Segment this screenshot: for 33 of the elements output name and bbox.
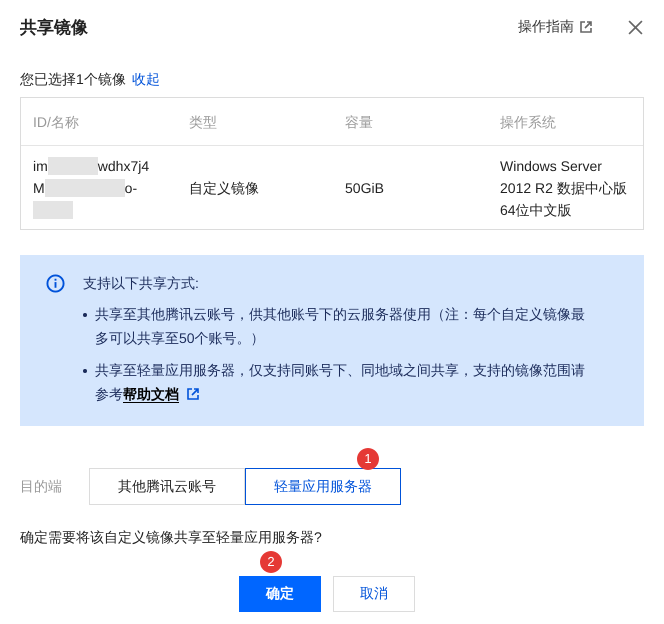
column-header: ID/名称 <box>32 112 80 132</box>
dialog-title: 共享镜像 <box>20 16 89 38</box>
column-header: 操作系统 <box>499 112 557 132</box>
close-icon[interactable] <box>628 20 643 34</box>
id-fragment: M <box>33 178 45 198</box>
field-label: 目的端 <box>20 478 63 496</box>
table-cell-text: 自定义镜像 <box>188 178 260 198</box>
collapse-link[interactable]: 收起 <box>132 69 160 89</box>
external-link-icon <box>580 21 592 33</box>
info-icon <box>46 274 65 293</box>
help-doc-link[interactable]: 帮助文档 <box>123 386 179 403</box>
notice-item: 共享至轻量应用服务器，仅支持同账号下、同地域之间共享，支持的镜像范围请参考帮助文档 <box>95 361 586 405</box>
external-link-icon <box>187 388 199 400</box>
segment-option[interactable]: 轻量应用服务器 <box>245 468 401 505</box>
table-cell-text: Windows Server 2012 R2 数据中心版 64位中文版 <box>499 156 628 220</box>
table-cell-text: 50GiB <box>344 178 385 198</box>
id-fragment: wdhx7j4 <box>98 156 150 176</box>
step-badge: 2 <box>260 551 282 573</box>
step-badge: 1 <box>357 448 379 470</box>
redaction-mark <box>48 156 98 174</box>
guide-link[interactable]: 操作指南 <box>518 18 592 36</box>
column-header: 类型 <box>188 112 218 132</box>
confirm-question: 确定需要将该自定义镜像共享至轻量应用服务器? <box>20 528 323 547</box>
id-fragment: im <box>33 156 48 176</box>
redaction-mark <box>33 200 73 218</box>
selection-text: 您已选择1个镜像 <box>20 70 126 89</box>
segment-option[interactable]: 其他腾讯云账号 <box>89 468 245 505</box>
cancel-button[interactable]: 取消 <box>333 576 415 612</box>
notice-item: 共享至其他腾讯云账号，供其他账号下的云服务器使用（注：每个自定义镜像最多可以共享至50个账号。） <box>95 305 586 348</box>
column-header: 容量 <box>344 112 374 132</box>
confirm-button[interactable]: 确定 <box>239 576 321 612</box>
id-fragment: o- <box>124 178 138 198</box>
notice-title: 支持以下共享方式: <box>83 274 200 293</box>
